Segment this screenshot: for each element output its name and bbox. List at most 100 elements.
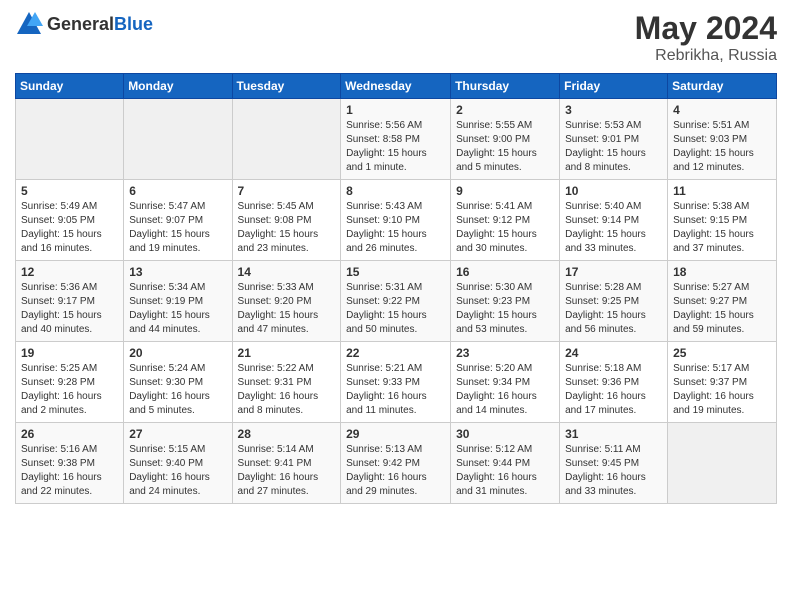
day-info: Sunrise: 5:28 AM Sunset: 9:25 PM Dayligh… (565, 281, 662, 337)
calendar-week-row: 5 Sunrise: 5:49 AM Sunset: 9:05 PM Daylig… (16, 180, 777, 261)
day-number: 20 (129, 346, 226, 360)
calendar-cell: 4 Sunrise: 5:51 AM Sunset: 9:03 PM Daylig… (668, 99, 777, 180)
day-number: 6 (129, 184, 226, 198)
day-number: 24 (565, 346, 662, 360)
day-number: 25 (673, 346, 771, 360)
day-number: 15 (346, 265, 445, 279)
day-info: Sunrise: 5:43 AM Sunset: 9:10 PM Dayligh… (346, 200, 445, 256)
day-number: 28 (238, 427, 336, 441)
calendar-week-row: 26 Sunrise: 5:16 AM Sunset: 9:38 PM Dayli… (16, 423, 777, 504)
day-number: 8 (346, 184, 445, 198)
day-info: Sunrise: 5:27 AM Sunset: 9:27 PM Dayligh… (673, 281, 771, 337)
calendar-cell: 31 Sunrise: 5:11 AM Sunset: 9:45 PM Dayli… (560, 423, 668, 504)
day-info: Sunrise: 5:17 AM Sunset: 9:37 PM Dayligh… (673, 362, 771, 418)
day-info: Sunrise: 5:31 AM Sunset: 9:22 PM Dayligh… (346, 281, 445, 337)
calendar-cell: 28 Sunrise: 5:14 AM Sunset: 9:41 PM Dayli… (232, 423, 341, 504)
calendar-cell: 16 Sunrise: 5:30 AM Sunset: 9:23 PM Dayli… (451, 261, 560, 342)
calendar-cell: 18 Sunrise: 5:27 AM Sunset: 9:27 PM Dayli… (668, 261, 777, 342)
day-info: Sunrise: 5:38 AM Sunset: 9:15 PM Dayligh… (673, 200, 771, 256)
day-number: 2 (456, 103, 554, 117)
calendar-cell: 20 Sunrise: 5:24 AM Sunset: 9:30 PM Dayli… (124, 342, 232, 423)
calendar-cell: 21 Sunrise: 5:22 AM Sunset: 9:31 PM Dayli… (232, 342, 341, 423)
day-number: 23 (456, 346, 554, 360)
day-number: 11 (673, 184, 771, 198)
day-info: Sunrise: 5:14 AM Sunset: 9:41 PM Dayligh… (238, 443, 336, 499)
day-number: 29 (346, 427, 445, 441)
logo-blue: Blue (114, 14, 153, 34)
logo: GeneralBlue (15, 10, 153, 38)
day-info: Sunrise: 5:49 AM Sunset: 9:05 PM Dayligh… (21, 200, 118, 256)
day-number: 5 (21, 184, 118, 198)
day-number: 12 (21, 265, 118, 279)
calendar-cell (124, 99, 232, 180)
calendar-cell: 3 Sunrise: 5:53 AM Sunset: 9:01 PM Daylig… (560, 99, 668, 180)
logo-general: General (47, 14, 114, 34)
calendar-header: Sunday Monday Tuesday Wednesday Thursday… (16, 74, 777, 99)
day-info: Sunrise: 5:55 AM Sunset: 9:00 PM Dayligh… (456, 119, 554, 175)
calendar-cell: 23Sunrise: 5:20 AM Sunset: 9:34 PM Dayli… (451, 342, 560, 423)
day-number: 7 (238, 184, 336, 198)
calendar-cell: 19Sunrise: 5:25 AM Sunset: 9:28 PM Dayli… (16, 342, 124, 423)
day-number: 18 (673, 265, 771, 279)
logo-text: GeneralBlue (47, 14, 153, 35)
day-info: Sunrise: 5:36 AM Sunset: 9:17 PM Dayligh… (21, 281, 118, 337)
calendar-location: Rebrikha, Russia (635, 47, 777, 65)
calendar-cell: 12 Sunrise: 5:36 AM Sunset: 9:17 PM Dayli… (16, 261, 124, 342)
day-info: Sunrise: 5:56 AM Sunset: 8:58 PM Dayligh… (346, 119, 445, 175)
day-info: Sunrise: 5:16 AM Sunset: 9:38 PM Dayligh… (21, 443, 118, 499)
day-number: 26 (21, 427, 118, 441)
day-info: Sunrise: 5:30 AM Sunset: 9:23 PM Dayligh… (456, 281, 554, 337)
day-info: Sunrise: 5:12 AM Sunset: 9:44 PM Dayligh… (456, 443, 554, 499)
day-info: Sunrise: 5:51 AM Sunset: 9:03 PM Dayligh… (673, 119, 771, 175)
calendar-cell: 9Sunrise: 5:41 AM Sunset: 9:12 PM Daylig… (451, 180, 560, 261)
calendar-cell: 29Sunrise: 5:13 AM Sunset: 9:42 PM Dayli… (341, 423, 451, 504)
day-info: Sunrise: 5:11 AM Sunset: 9:45 PM Dayligh… (565, 443, 662, 499)
day-number: 22 (346, 346, 445, 360)
calendar-cell: 27Sunrise: 5:15 AM Sunset: 9:40 PM Dayli… (124, 423, 232, 504)
day-number: 1 (346, 103, 445, 117)
day-info: Sunrise: 5:53 AM Sunset: 9:01 PM Dayligh… (565, 119, 662, 175)
calendar-title: May 2024 (635, 10, 777, 47)
title-block: May 2024 Rebrikha, Russia (635, 10, 777, 65)
calendar-cell: 26 Sunrise: 5:16 AM Sunset: 9:38 PM Dayli… (16, 423, 124, 504)
day-info: Sunrise: 5:25 AM Sunset: 9:28 PM Dayligh… (21, 362, 118, 418)
header-sunday: Sunday (16, 74, 124, 99)
calendar-cell: 14Sunrise: 5:33 AM Sunset: 9:20 PM Dayli… (232, 261, 341, 342)
header: GeneralBlue May 2024 Rebrikha, Russia (15, 10, 777, 65)
day-info: Sunrise: 5:24 AM Sunset: 9:30 PM Dayligh… (129, 362, 226, 418)
day-info: Sunrise: 5:22 AM Sunset: 9:31 PM Dayligh… (238, 362, 336, 418)
day-info: Sunrise: 5:18 AM Sunset: 9:36 PM Dayligh… (565, 362, 662, 418)
calendar-week-row: 19Sunrise: 5:25 AM Sunset: 9:28 PM Dayli… (16, 342, 777, 423)
day-info: Sunrise: 5:40 AM Sunset: 9:14 PM Dayligh… (565, 200, 662, 256)
calendar-table: Sunday Monday Tuesday Wednesday Thursday… (15, 73, 777, 504)
day-number: 10 (565, 184, 662, 198)
calendar-cell: 30Sunrise: 5:12 AM Sunset: 9:44 PM Dayli… (451, 423, 560, 504)
page-container: GeneralBlue May 2024 Rebrikha, Russia Su… (0, 0, 792, 514)
day-number: 27 (129, 427, 226, 441)
calendar-week-row: 12 Sunrise: 5:36 AM Sunset: 9:17 PM Dayli… (16, 261, 777, 342)
calendar-cell: 15 Sunrise: 5:31 AM Sunset: 9:22 PM Dayli… (341, 261, 451, 342)
day-info: Sunrise: 5:45 AM Sunset: 9:08 PM Dayligh… (238, 200, 336, 256)
calendar-cell: 22Sunrise: 5:21 AM Sunset: 9:33 PM Dayli… (341, 342, 451, 423)
day-number: 21 (238, 346, 336, 360)
calendar-cell: 7 Sunrise: 5:45 AM Sunset: 9:08 PM Daylig… (232, 180, 341, 261)
calendar-cell: 13Sunrise: 5:34 AM Sunset: 9:19 PM Dayli… (124, 261, 232, 342)
day-number: 3 (565, 103, 662, 117)
header-tuesday: Tuesday (232, 74, 341, 99)
header-wednesday: Wednesday (341, 74, 451, 99)
calendar-cell: 5 Sunrise: 5:49 AM Sunset: 9:05 PM Daylig… (16, 180, 124, 261)
day-number: 31 (565, 427, 662, 441)
day-number: 4 (673, 103, 771, 117)
calendar-cell: 11 Sunrise: 5:38 AM Sunset: 9:15 PM Dayli… (668, 180, 777, 261)
header-monday: Monday (124, 74, 232, 99)
calendar-body: 1 Sunrise: 5:56 AM Sunset: 8:58 PM Daylig… (16, 99, 777, 504)
day-number: 16 (456, 265, 554, 279)
logo-icon (15, 10, 43, 38)
header-friday: Friday (560, 74, 668, 99)
day-number: 17 (565, 265, 662, 279)
weekday-header-row: Sunday Monday Tuesday Wednesday Thursday… (16, 74, 777, 99)
calendar-cell: 8 Sunrise: 5:43 AM Sunset: 9:10 PM Daylig… (341, 180, 451, 261)
calendar-cell: 1 Sunrise: 5:56 AM Sunset: 8:58 PM Daylig… (341, 99, 451, 180)
calendar-cell (16, 99, 124, 180)
calendar-cell: 2 Sunrise: 5:55 AM Sunset: 9:00 PM Daylig… (451, 99, 560, 180)
